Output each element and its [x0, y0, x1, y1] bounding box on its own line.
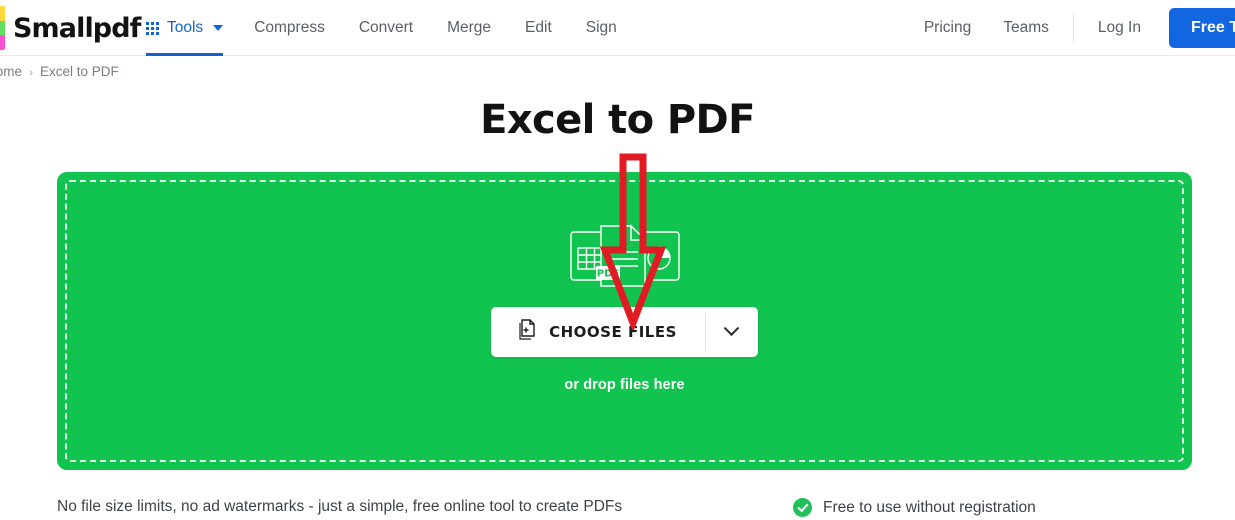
free-trial-button-label: Free T [1190, 19, 1235, 36]
nav-item-convert[interactable]: Convert [342, 0, 430, 56]
choose-files-control: CHOOSE FILES [491, 307, 758, 357]
breadcrumb-home[interactable]: Home [0, 64, 22, 79]
brand-logo[interactable]: Smallpdf [0, 0, 141, 56]
choose-files-label: CHOOSE FILES [549, 323, 677, 341]
nav-item-teams[interactable]: Teams [987, 0, 1065, 56]
brand-wordmark: Smallpdf [13, 12, 141, 44]
grid-icon [146, 21, 159, 35]
login-link-label: Log In [1097, 19, 1141, 36]
smallpdf-logo-mark [0, 6, 5, 50]
nav-item-tools-label: Tools [167, 19, 204, 36]
breadcrumb-current[interactable]: Excel to PDF [40, 64, 119, 79]
drop-files-hint: or drop files here [564, 377, 685, 393]
nav-item-teams-label: Teams [1003, 19, 1049, 36]
page-title: Excel to PDF [480, 97, 755, 143]
footer-benefit-label: Free to use without registration [823, 498, 1036, 516]
nav-item-edit[interactable]: Edit [508, 0, 569, 56]
breadcrumb-separator: › [29, 64, 34, 79]
nav-item-tools[interactable]: Tools [140, 0, 237, 56]
check-circle-icon [793, 498, 812, 517]
nav-divider [1072, 14, 1074, 42]
document-add-icon [517, 318, 537, 346]
nav-item-compress[interactable]: Compress [237, 0, 342, 56]
nav-item-sign[interactable]: Sign [569, 0, 634, 56]
chevron-down-icon [724, 319, 740, 336]
footer-benefit: Free to use without registration [793, 498, 1036, 517]
nav-item-convert-label: Convert [358, 19, 414, 36]
nav-item-compress-label: Compress [254, 19, 325, 36]
nav-item-merge[interactable]: Merge [430, 0, 508, 56]
dropzone-content: PDF CHOOSE FILES or drop files here [57, 172, 1192, 470]
file-dropzone[interactable]: PDF CHOOSE FILES or drop files here [57, 172, 1192, 470]
logo-bar-green [0, 20, 5, 36]
free-trial-button[interactable]: Free T [1168, 8, 1235, 48]
breadcrumb: Home › Excel to PDF [0, 64, 119, 79]
primary-nav: Tools Compress Convert Merge Edit Sign [140, 0, 634, 56]
nav-item-pricing-label: Pricing [923, 19, 972, 36]
login-link[interactable]: Log In [1082, 0, 1157, 56]
chevron-down-icon [213, 25, 224, 31]
choose-files-dropdown-button[interactable] [706, 307, 758, 357]
nav-item-edit-label: Edit [525, 19, 552, 36]
choose-files-button[interactable]: CHOOSE FILES [491, 307, 705, 357]
footer-tagline: No file size limits, no ad watermarks - … [57, 498, 623, 515]
svg-text:PDF: PDF [596, 269, 618, 280]
site-header: Smallpdf Tools Compress Convert Merge Ed… [0, 0, 1235, 56]
nav-item-pricing[interactable]: Pricing [908, 0, 987, 56]
logo-bar-yellow [0, 6, 5, 21]
active-tab-indicator [146, 53, 224, 56]
secondary-nav: Pricing Teams Log In Free T [908, 0, 1235, 56]
logo-bar-pink [0, 35, 5, 50]
nav-item-merge-label: Merge [447, 19, 492, 36]
nav-item-sign-label: Sign [585, 19, 617, 36]
excel-pdf-powerpoint-documents-icon: PDF [569, 222, 680, 290]
